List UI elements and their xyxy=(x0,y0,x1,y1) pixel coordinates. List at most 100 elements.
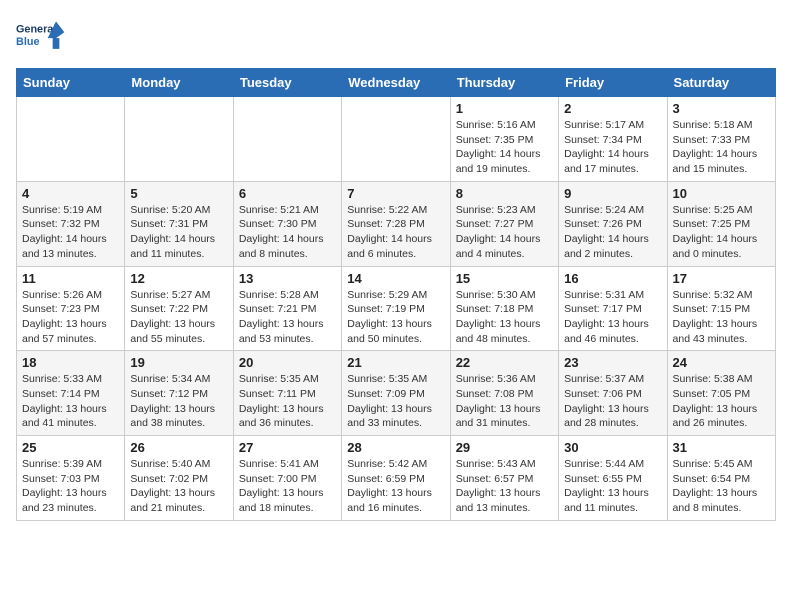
page-header: GeneralBlue xyxy=(16,16,776,56)
calendar-cell: 20 Sunrise: 5:35 AMSunset: 7:11 PMDayligh… xyxy=(233,351,341,436)
day-number: 5 xyxy=(130,186,227,201)
calendar-cell: 5 Sunrise: 5:20 AMSunset: 7:31 PMDaylight… xyxy=(125,181,233,266)
day-info: Sunrise: 5:23 AMSunset: 7:27 PMDaylight:… xyxy=(456,203,553,262)
day-number: 8 xyxy=(456,186,553,201)
calendar-cell: 28Sunrise: 5:42 AMSunset: 6:59 PMDayligh… xyxy=(342,436,450,521)
weekday-header-wednesday: Wednesday xyxy=(342,69,450,97)
weekday-header-saturday: Saturday xyxy=(667,69,775,97)
day-info: Sunrise: 5:35 AMSunset: 7:11 PMDaylight:… xyxy=(239,372,336,431)
day-number: 11 xyxy=(22,271,119,286)
day-number: 23 xyxy=(564,355,661,370)
day-number: 25 xyxy=(22,440,119,455)
day-number: 12 xyxy=(130,271,227,286)
day-number: 1 xyxy=(456,101,553,116)
day-number: 9 xyxy=(564,186,661,201)
day-info: Sunrise: 5:16 AMSunset: 7:35 PMDaylight:… xyxy=(456,118,553,177)
calendar-cell: 6 Sunrise: 5:21 AMSunset: 7:30 PMDaylight… xyxy=(233,181,341,266)
calendar-cell: 25 Sunrise: 5:39 AMSunset: 7:03 PMDayligh… xyxy=(17,436,125,521)
day-number: 19 xyxy=(130,355,227,370)
day-info: Sunrise: 5:29 AMSunset: 7:19 PMDaylight:… xyxy=(347,288,444,347)
day-info: Sunrise: 5:43 AMSunset: 6:57 PMDaylight:… xyxy=(456,457,553,516)
calendar-cell: 2 Sunrise: 5:17 AMSunset: 7:34 PMDaylight… xyxy=(559,97,667,182)
calendar-cell xyxy=(17,97,125,182)
calendar-cell: 22 Sunrise: 5:36 AMSunset: 7:08 PMDayligh… xyxy=(450,351,558,436)
calendar-cell: 31Sunrise: 5:45 AMSunset: 6:54 PMDayligh… xyxy=(667,436,775,521)
logo: GeneralBlue xyxy=(16,16,56,56)
day-number: 18 xyxy=(22,355,119,370)
day-number: 26 xyxy=(130,440,227,455)
calendar-cell: 15 Sunrise: 5:30 AMSunset: 7:18 PMDayligh… xyxy=(450,266,558,351)
day-info: Sunrise: 5:25 AMSunset: 7:25 PMDaylight:… xyxy=(673,203,770,262)
calendar-cell xyxy=(233,97,341,182)
day-info: Sunrise: 5:22 AMSunset: 7:28 PMDaylight:… xyxy=(347,203,444,262)
day-info: Sunrise: 5:21 AMSunset: 7:30 PMDaylight:… xyxy=(239,203,336,262)
calendar-cell: 19Sunrise: 5:34 AMSunset: 7:12 PMDayligh… xyxy=(125,351,233,436)
day-number: 20 xyxy=(239,355,336,370)
day-info: Sunrise: 5:36 AMSunset: 7:08 PMDaylight:… xyxy=(456,372,553,431)
calendar-cell: 12Sunrise: 5:27 AMSunset: 7:22 PMDayligh… xyxy=(125,266,233,351)
day-number: 15 xyxy=(456,271,553,286)
day-info: Sunrise: 5:30 AMSunset: 7:18 PMDaylight:… xyxy=(456,288,553,347)
day-number: 22 xyxy=(456,355,553,370)
day-number: 7 xyxy=(347,186,444,201)
day-number: 2 xyxy=(564,101,661,116)
weekday-header-tuesday: Tuesday xyxy=(233,69,341,97)
calendar-cell: 29 Sunrise: 5:43 AMSunset: 6:57 PMDayligh… xyxy=(450,436,558,521)
calendar-cell: 3Sunrise: 5:18 AMSunset: 7:33 PMDaylight… xyxy=(667,97,775,182)
logo-svg: GeneralBlue xyxy=(16,16,66,56)
day-info: Sunrise: 5:26 AMSunset: 7:23 PMDaylight:… xyxy=(22,288,119,347)
calendar-cell: 16 Sunrise: 5:31 AMSunset: 7:17 PMDayligh… xyxy=(559,266,667,351)
weekday-header-monday: Monday xyxy=(125,69,233,97)
calendar-cell: 24 Sunrise: 5:38 AMSunset: 7:05 PMDayligh… xyxy=(667,351,775,436)
calendar-cell: 26 Sunrise: 5:40 AMSunset: 7:02 PMDayligh… xyxy=(125,436,233,521)
day-info: Sunrise: 5:40 AMSunset: 7:02 PMDaylight:… xyxy=(130,457,227,516)
calendar-week-4: 18 Sunrise: 5:33 AMSunset: 7:14 PMDayligh… xyxy=(17,351,776,436)
calendar-cell: 10 Sunrise: 5:25 AMSunset: 7:25 PMDayligh… xyxy=(667,181,775,266)
calendar-cell: 23Sunrise: 5:37 AMSunset: 7:06 PMDayligh… xyxy=(559,351,667,436)
day-info: Sunrise: 5:32 AMSunset: 7:15 PMDaylight:… xyxy=(673,288,770,347)
calendar-cell: 9 Sunrise: 5:24 AMSunset: 7:26 PMDaylight… xyxy=(559,181,667,266)
weekday-header-row: SundayMondayTuesdayWednesdayThursdayFrid… xyxy=(17,69,776,97)
calendar-cell: 4Sunrise: 5:19 AMSunset: 7:32 PMDaylight… xyxy=(17,181,125,266)
day-info: Sunrise: 5:17 AMSunset: 7:34 PMDaylight:… xyxy=(564,118,661,177)
calendar-cell: 8 Sunrise: 5:23 AMSunset: 7:27 PMDaylight… xyxy=(450,181,558,266)
calendar-cell: 30Sunrise: 5:44 AMSunset: 6:55 PMDayligh… xyxy=(559,436,667,521)
day-number: 24 xyxy=(673,355,770,370)
day-info: Sunrise: 5:33 AMSunset: 7:14 PMDaylight:… xyxy=(22,372,119,431)
calendar-week-1: 1 Sunrise: 5:16 AMSunset: 7:35 PMDaylight… xyxy=(17,97,776,182)
day-number: 21 xyxy=(347,355,444,370)
day-info: Sunrise: 5:35 AMSunset: 7:09 PMDaylight:… xyxy=(347,372,444,431)
calendar-cell xyxy=(342,97,450,182)
day-number: 27 xyxy=(239,440,336,455)
day-info: Sunrise: 5:28 AMSunset: 7:21 PMDaylight:… xyxy=(239,288,336,347)
day-number: 30 xyxy=(564,440,661,455)
day-info: Sunrise: 5:38 AMSunset: 7:05 PMDaylight:… xyxy=(673,372,770,431)
calendar-cell: 13Sunrise: 5:28 AMSunset: 7:21 PMDayligh… xyxy=(233,266,341,351)
calendar-week-5: 25 Sunrise: 5:39 AMSunset: 7:03 PMDayligh… xyxy=(17,436,776,521)
day-number: 14 xyxy=(347,271,444,286)
calendar-week-2: 4Sunrise: 5:19 AMSunset: 7:32 PMDaylight… xyxy=(17,181,776,266)
day-number: 4 xyxy=(22,186,119,201)
day-info: Sunrise: 5:31 AMSunset: 7:17 PMDaylight:… xyxy=(564,288,661,347)
day-number: 29 xyxy=(456,440,553,455)
calendar-cell: 27Sunrise: 5:41 AMSunset: 7:00 PMDayligh… xyxy=(233,436,341,521)
day-number: 6 xyxy=(239,186,336,201)
day-number: 10 xyxy=(673,186,770,201)
calendar-cell: 21 Sunrise: 5:35 AMSunset: 7:09 PMDayligh… xyxy=(342,351,450,436)
day-info: Sunrise: 5:39 AMSunset: 7:03 PMDaylight:… xyxy=(22,457,119,516)
weekday-header-thursday: Thursday xyxy=(450,69,558,97)
day-number: 16 xyxy=(564,271,661,286)
calendar-cell: 14 Sunrise: 5:29 AMSunset: 7:19 PMDayligh… xyxy=(342,266,450,351)
day-info: Sunrise: 5:24 AMSunset: 7:26 PMDaylight:… xyxy=(564,203,661,262)
day-number: 17 xyxy=(673,271,770,286)
day-number: 28 xyxy=(347,440,444,455)
weekday-header-sunday: Sunday xyxy=(17,69,125,97)
calendar-week-3: 11 Sunrise: 5:26 AMSunset: 7:23 PMDayligh… xyxy=(17,266,776,351)
calendar-cell: 7 Sunrise: 5:22 AMSunset: 7:28 PMDaylight… xyxy=(342,181,450,266)
calendar-cell: 18 Sunrise: 5:33 AMSunset: 7:14 PMDayligh… xyxy=(17,351,125,436)
svg-text:Blue: Blue xyxy=(16,36,39,48)
day-info: Sunrise: 5:20 AMSunset: 7:31 PMDaylight:… xyxy=(130,203,227,262)
weekday-header-friday: Friday xyxy=(559,69,667,97)
calendar-cell: 11 Sunrise: 5:26 AMSunset: 7:23 PMDayligh… xyxy=(17,266,125,351)
day-number: 31 xyxy=(673,440,770,455)
